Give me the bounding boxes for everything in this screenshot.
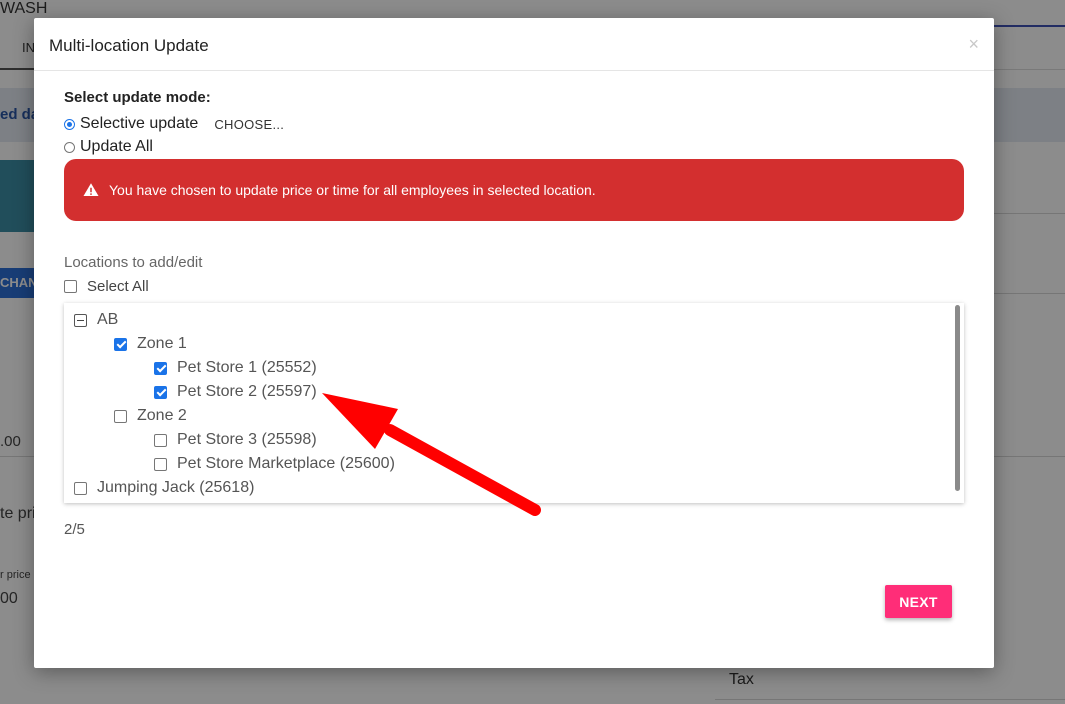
tree-node-zone-2[interactable]: Zone 2 — [114, 407, 187, 425]
update-all-option[interactable]: Update All — [64, 138, 153, 156]
selective-update-label: Selective update — [80, 115, 199, 132]
selective-update-option[interactable]: Selective update CHOOSE... — [64, 115, 284, 133]
zone-1-checkbox[interactable] — [114, 337, 127, 351]
tree-node-ab[interactable]: AB — [74, 311, 118, 329]
tree-scrollbar[interactable] — [955, 305, 960, 491]
jumping-jack-checkbox[interactable] — [74, 481, 87, 495]
tree-node-pet-store-1[interactable]: Pet Store 1 (25552) — [154, 359, 317, 377]
selective-update-radio[interactable] — [64, 118, 75, 130]
tree-node-label: Jumping Jack (25618) — [97, 479, 255, 496]
collapse-icon[interactable] — [74, 313, 87, 327]
alert-message: You have chosen to update price or time … — [109, 182, 596, 198]
next-button[interactable]: NEXT — [885, 585, 952, 618]
select-all-label: Select All — [87, 278, 149, 295]
location-tree: AB Zone 1 Pet Store 1 (25552) Pet Store … — [64, 303, 964, 503]
tree-node-label: Pet Store 3 (25598) — [177, 431, 317, 448]
dialog-title: Multi-location Update — [49, 36, 209, 55]
choose-button[interactable]: CHOOSE... — [214, 117, 284, 132]
pet-store-2-checkbox[interactable] — [154, 385, 167, 399]
locations-label: Locations to add/edit — [64, 254, 203, 271]
update-mode-label: Select update mode: — [64, 89, 211, 106]
pet-store-1-checkbox[interactable] — [154, 361, 167, 375]
select-all-checkbox[interactable] — [64, 280, 77, 293]
tree-node-label: Pet Store Marketplace (25600) — [177, 455, 395, 472]
tree-node-label: AB — [97, 311, 119, 328]
update-all-radio[interactable] — [64, 141, 75, 153]
tree-node-label: Zone 1 — [137, 335, 187, 352]
pet-store-3-checkbox[interactable] — [154, 433, 167, 447]
select-all-option[interactable]: Select All — [64, 278, 149, 295]
warning-icon — [83, 183, 99, 196]
multi-location-update-dialog: Multi-location Update × Select update mo… — [34, 18, 994, 668]
zone-2-checkbox[interactable] — [114, 409, 127, 423]
warning-alert: You have chosen to update price or time … — [64, 159, 964, 221]
tree-node-jumping-jack[interactable]: Jumping Jack (25618) — [74, 479, 254, 497]
pet-store-marketplace-checkbox[interactable] — [154, 457, 167, 471]
dialog-header: Multi-location Update × — [34, 18, 994, 71]
tree-node-label: Pet Store 1 (25552) — [177, 359, 317, 376]
tree-node-zone-1[interactable]: Zone 1 — [114, 335, 187, 353]
tree-node-label: Zone 2 — [137, 407, 187, 424]
tree-node-pet-store-2[interactable]: Pet Store 2 (25597) — [154, 383, 317, 401]
tree-node-pet-store-marketplace[interactable]: Pet Store Marketplace (25600) — [154, 455, 395, 473]
selection-counter: 2/5 — [64, 521, 85, 538]
tree-node-label: Pet Store 2 (25597) — [177, 383, 317, 400]
update-all-label: Update All — [80, 138, 153, 155]
close-icon[interactable]: × — [968, 34, 979, 55]
tree-node-pet-store-3[interactable]: Pet Store 3 (25598) — [154, 431, 317, 449]
